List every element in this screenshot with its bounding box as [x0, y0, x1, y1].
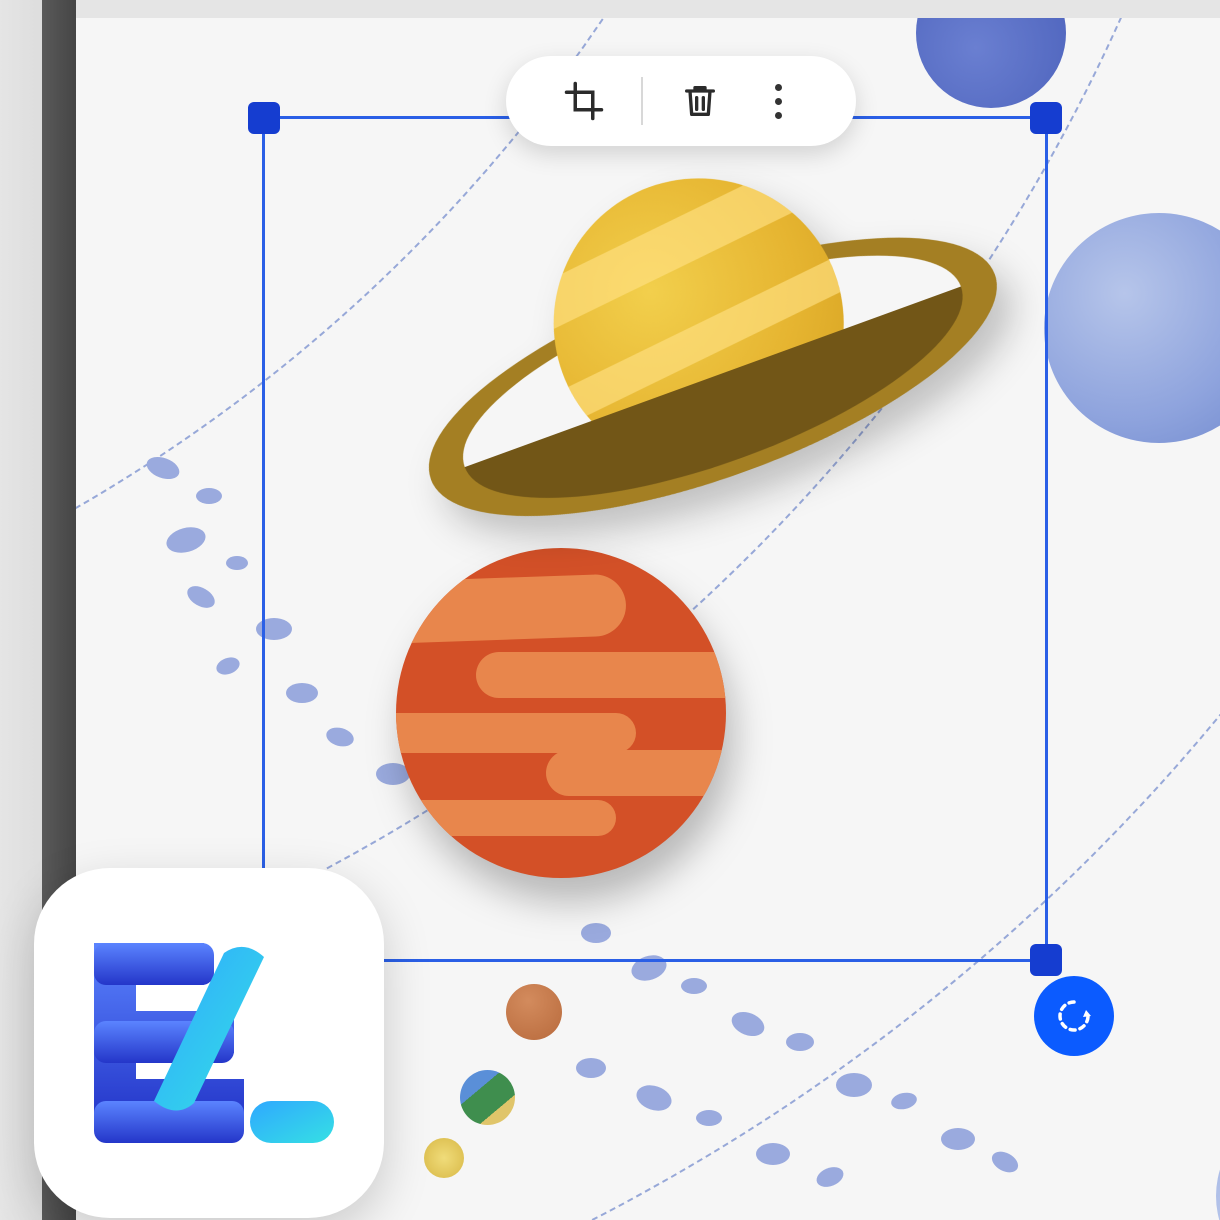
more-vertical-icon: [775, 84, 782, 119]
background-planet-small-orange: [506, 984, 562, 1040]
app-viewport: [0, 0, 1220, 1220]
device-bezel-top: [0, 0, 1220, 18]
background-planet-earth: [460, 1070, 515, 1125]
app-logo-icon: [74, 933, 344, 1153]
resize-handle-top-left[interactable]: [248, 102, 280, 134]
selection-bounding-box[interactable]: [262, 116, 1048, 962]
rotate-button[interactable]: [1034, 976, 1114, 1056]
more-options-button[interactable]: [757, 80, 799, 122]
delete-button[interactable]: [679, 80, 721, 122]
resize-handle-bottom-right[interactable]: [1030, 944, 1062, 976]
app-icon: [34, 868, 384, 1218]
background-planet-small-yellow: [424, 1138, 464, 1178]
resize-handle-top-right[interactable]: [1030, 102, 1062, 134]
trash-icon: [680, 81, 720, 121]
crop-icon: [563, 80, 605, 122]
rotate-icon: [1052, 994, 1096, 1038]
selection-context-toolbar: [506, 56, 856, 146]
toolbar-divider: [641, 77, 643, 125]
crop-button[interactable]: [563, 80, 605, 122]
